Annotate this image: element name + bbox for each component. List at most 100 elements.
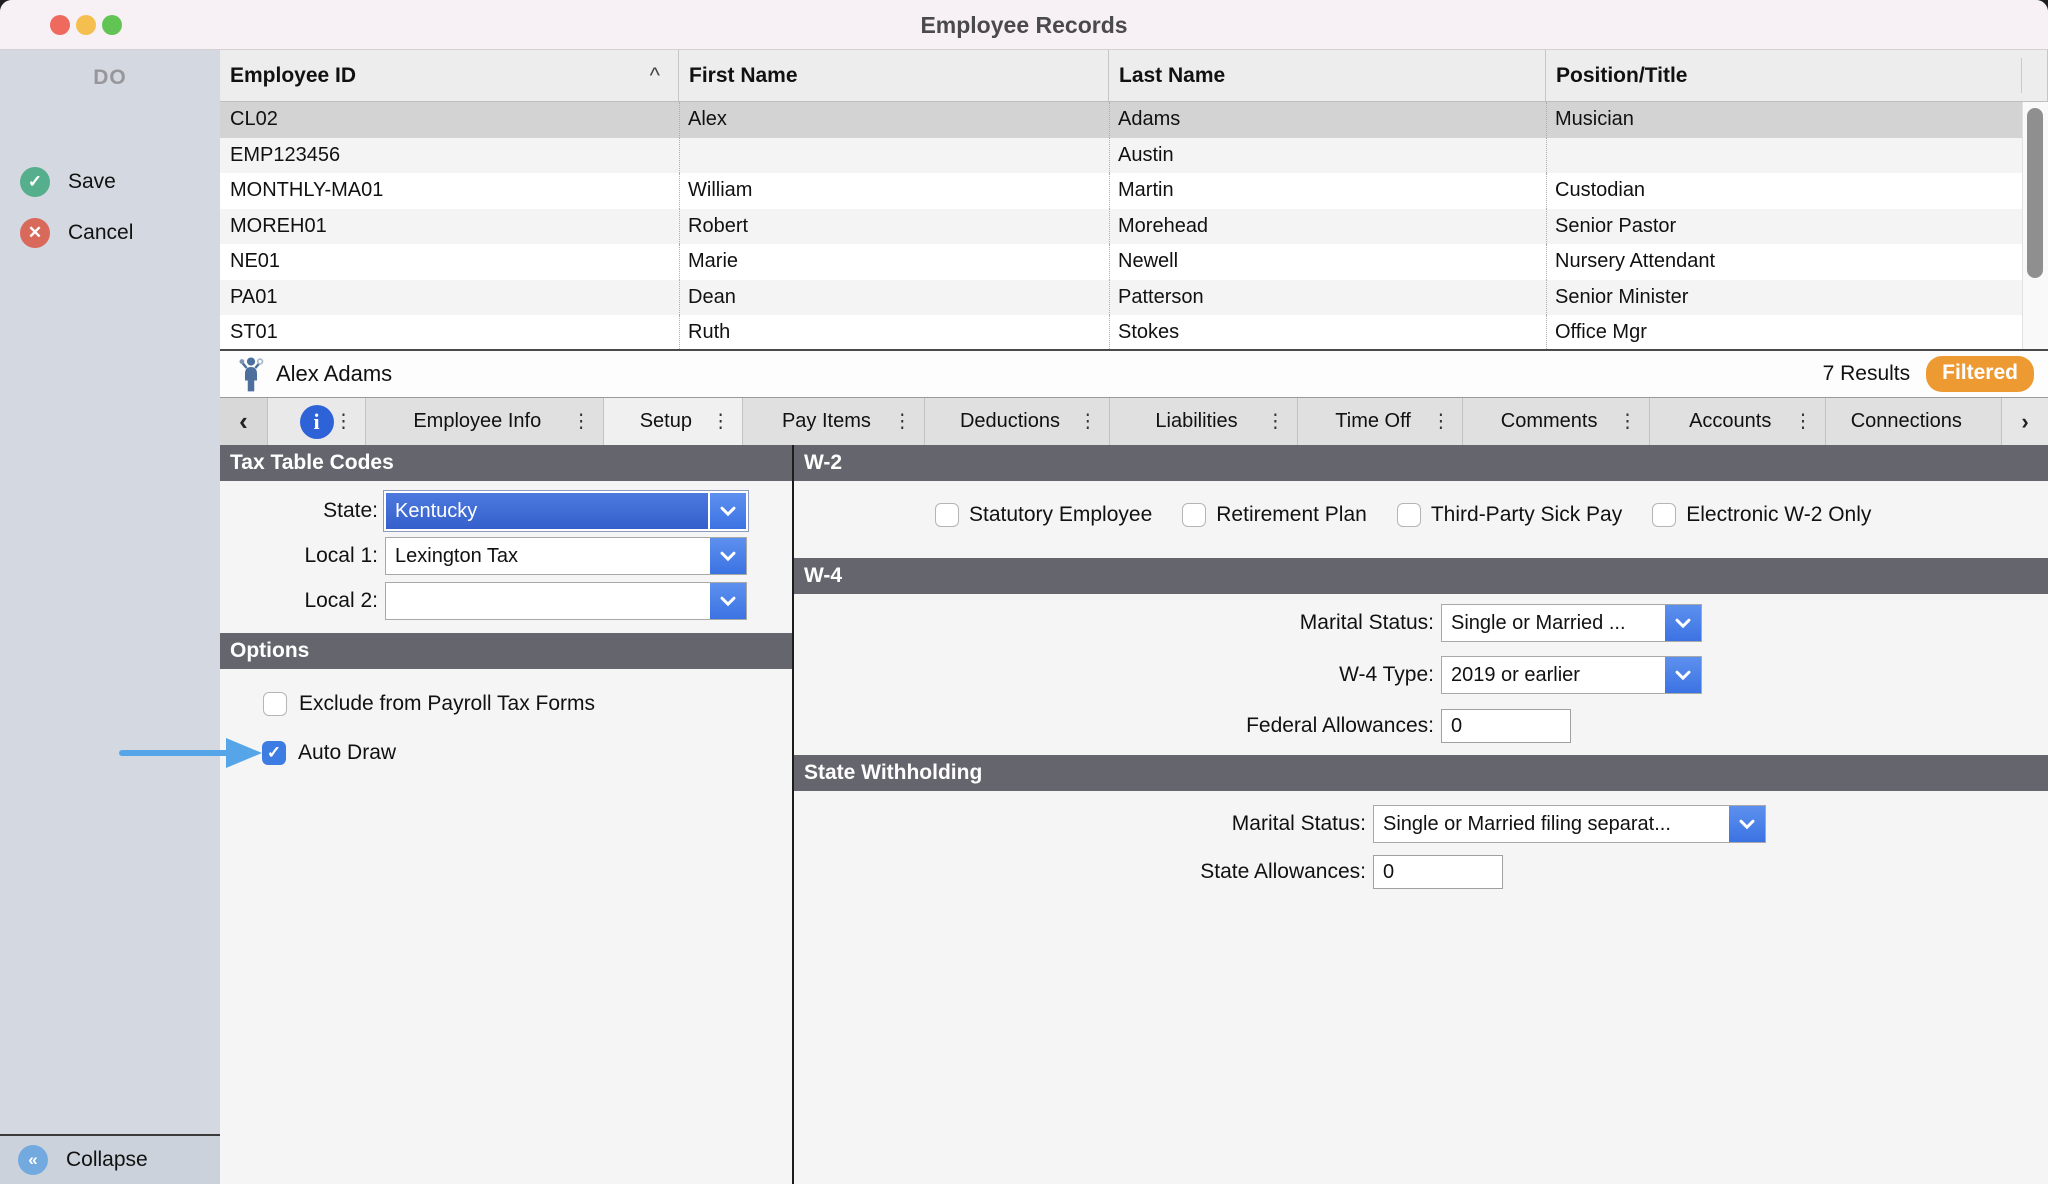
tab-menu-icon[interactable]: ⋮	[1266, 410, 1285, 433]
column-header-first-name[interactable]: First Name	[679, 50, 1109, 101]
tab-accounts[interactable]: Accounts ⋮	[1650, 398, 1826, 445]
cell-position-title: Senior Pastor	[1546, 209, 2048, 245]
tab-label: Accounts	[1689, 410, 1771, 433]
section-header-tax-table-codes: Tax Table Codes	[220, 445, 792, 481]
local1-dropdown[interactable]: Lexington Tax	[385, 537, 747, 575]
table-row[interactable]: MONTHLY-MA01 William Martin Custodian	[220, 173, 2048, 209]
chevron-down-icon[interactable]	[710, 583, 746, 619]
tabs-scroll-right-button[interactable]: ›	[2002, 398, 2048, 445]
federal-allowances-input[interactable]: 0	[1441, 709, 1571, 743]
state-marital-status-value: Single or Married filing separat...	[1374, 806, 1729, 842]
tab-menu-icon[interactable]: ⋮	[1618, 410, 1637, 433]
tab-menu-icon[interactable]: ⋮	[1431, 410, 1450, 433]
cell-position-title: Custodian	[1546, 173, 2048, 209]
exclude-payroll-tax-forms-checkbox[interactable]	[263, 692, 287, 716]
tab-label: Pay Items	[782, 410, 871, 433]
column-header-position-title[interactable]: Position/Title	[1546, 50, 2048, 101]
state-marital-status-dropdown[interactable]: Single or Married filing separat...	[1373, 805, 1766, 843]
w2-checkbox-row: Statutory Employee Retirement Plan Third…	[935, 503, 1871, 527]
tab-menu-icon[interactable]: ⋮	[893, 410, 912, 433]
third-party-sick-pay-checkbox[interactable]	[1397, 503, 1421, 527]
tab-menu-icon[interactable]: ⋮	[1078, 410, 1097, 433]
chevron-down-icon[interactable]	[1665, 657, 1701, 693]
tab-time-off[interactable]: Time Off ⋮	[1298, 398, 1464, 445]
tab-menu-icon[interactable]: ⋮	[1794, 410, 1813, 433]
tab-employee-info[interactable]: Employee Info ⋮	[366, 398, 604, 445]
tab-deductions[interactable]: Deductions ⋮	[925, 398, 1111, 445]
section-header-w2: W-2	[794, 445, 2048, 481]
local1-label: Local 1:	[220, 544, 378, 568]
statutory-employee-checkbox[interactable]	[935, 503, 959, 527]
table-row[interactable]: MOREH01 Robert Morehead Senior Pastor	[220, 209, 2048, 245]
setup-tab-panel: Tax Table Codes State: Kentucky Local 1:	[220, 445, 2048, 1184]
save-button[interactable]: ✓ Save	[20, 167, 116, 197]
table-row[interactable]: EMP123456 Austin	[220, 138, 2048, 174]
state-dropdown[interactable]: Kentucky	[383, 490, 749, 532]
cancel-button[interactable]: ✕ Cancel	[20, 218, 133, 248]
tab-comments[interactable]: Comments ⋮	[1463, 398, 1650, 445]
cell-first-name	[679, 138, 1109, 174]
local1-dropdown-value: Lexington Tax	[386, 538, 710, 574]
w4-marital-status-row: Marital Status: Single or Married ...	[794, 604, 1702, 642]
results-count: 7 Results	[1823, 362, 1911, 386]
save-check-icon: ✓	[20, 167, 50, 197]
tab-menu-icon[interactable]: ⋮	[572, 410, 591, 433]
filtered-badge[interactable]: Filtered	[1926, 356, 2034, 392]
local2-dropdown-value	[386, 583, 710, 619]
state-dropdown-value: Kentucky	[386, 493, 708, 529]
cell-employee-id: EMP123456	[220, 138, 679, 174]
chevron-down-icon[interactable]	[1665, 605, 1701, 641]
w4-marital-status-dropdown[interactable]: Single or Married ...	[1441, 604, 1702, 642]
employee-person-icon	[236, 356, 266, 392]
tab-record-info[interactable]: i ⋮	[268, 398, 366, 445]
tab-label: Liabilities	[1155, 410, 1237, 433]
tab-setup[interactable]: Setup ⋮	[604, 398, 744, 445]
table-row[interactable]: PA01 Dean Patterson Senior Minister	[220, 280, 2048, 316]
section-header-options: Options	[220, 633, 792, 669]
column-header-employee-id[interactable]: Employee ID ^	[220, 50, 679, 101]
cell-employee-id: MONTHLY-MA01	[220, 173, 679, 209]
record-bar: Alex Adams 7 Results Filtered	[220, 351, 2048, 397]
table-row[interactable]: NE01 Marie Newell Nursery Attendant	[220, 244, 2048, 280]
auto-draw-checkbox[interactable]: ✓	[262, 741, 286, 765]
section-header-w4: W-4	[794, 558, 2048, 594]
chevron-down-icon[interactable]	[710, 538, 746, 574]
cell-employee-id: PA01	[220, 280, 679, 316]
electronic-w2-only-label: Electronic W-2 Only	[1686, 503, 1871, 527]
save-button-label: Save	[68, 170, 116, 194]
w4-type-value: 2019 or earlier	[1442, 657, 1665, 693]
tab-connections[interactable]: Connections	[1826, 398, 2003, 445]
collapse-sidebar-button[interactable]: « Collapse	[0, 1134, 220, 1184]
tab-pay-items[interactable]: Pay Items ⋮	[743, 398, 925, 445]
sort-ascending-icon: ^	[650, 50, 660, 101]
exclude-payroll-tax-forms-checkbox-row[interactable]: Exclude from Payroll Tax Forms	[263, 692, 595, 716]
state-marital-status-label: Marital Status:	[794, 812, 1366, 836]
table-row[interactable]: CL02 Alex Adams Musician	[220, 102, 2048, 138]
tab-menu-icon[interactable]: ⋮	[334, 410, 353, 433]
retirement-plan-checkbox[interactable]	[1182, 503, 1206, 527]
table-scrollbar-track[interactable]	[2022, 102, 2048, 351]
state-label: State:	[220, 499, 378, 523]
cell-first-name: Dean	[679, 280, 1109, 316]
state-allowances-input[interactable]: 0	[1373, 855, 1503, 889]
table-scrollbar-thumb[interactable]	[2027, 108, 2043, 278]
electronic-w2-only-checkbox-row[interactable]: Electronic W-2 Only	[1652, 503, 1871, 527]
tab-liabilities[interactable]: Liabilities ⋮	[1110, 398, 1298, 445]
auto-draw-checkbox-row[interactable]: ✓ Auto Draw	[262, 741, 396, 765]
w4-type-dropdown[interactable]: 2019 or earlier	[1441, 656, 1702, 694]
table-row[interactable]: ST01 Ruth Stokes Office Mgr	[220, 315, 2048, 351]
column-header-last-name[interactable]: Last Name	[1109, 50, 1546, 101]
tabs-scroll-left-button[interactable]: ‹	[220, 398, 268, 445]
employee-table: CL02 Alex Adams Musician EMP123456 Austi…	[220, 102, 2048, 351]
third-party-sick-pay-checkbox-row[interactable]: Third-Party Sick Pay	[1397, 503, 1622, 527]
statutory-employee-checkbox-row[interactable]: Statutory Employee	[935, 503, 1152, 527]
cell-first-name: William	[679, 173, 1109, 209]
electronic-w2-only-checkbox[interactable]	[1652, 503, 1676, 527]
chevron-down-icon[interactable]	[1729, 806, 1765, 842]
cell-employee-id: MOREH01	[220, 209, 679, 245]
chevron-down-icon[interactable]	[710, 493, 746, 529]
cell-first-name: Marie	[679, 244, 1109, 280]
local2-dropdown[interactable]	[385, 582, 747, 620]
tab-menu-icon[interactable]: ⋮	[711, 410, 730, 433]
retirement-plan-checkbox-row[interactable]: Retirement Plan	[1182, 503, 1367, 527]
